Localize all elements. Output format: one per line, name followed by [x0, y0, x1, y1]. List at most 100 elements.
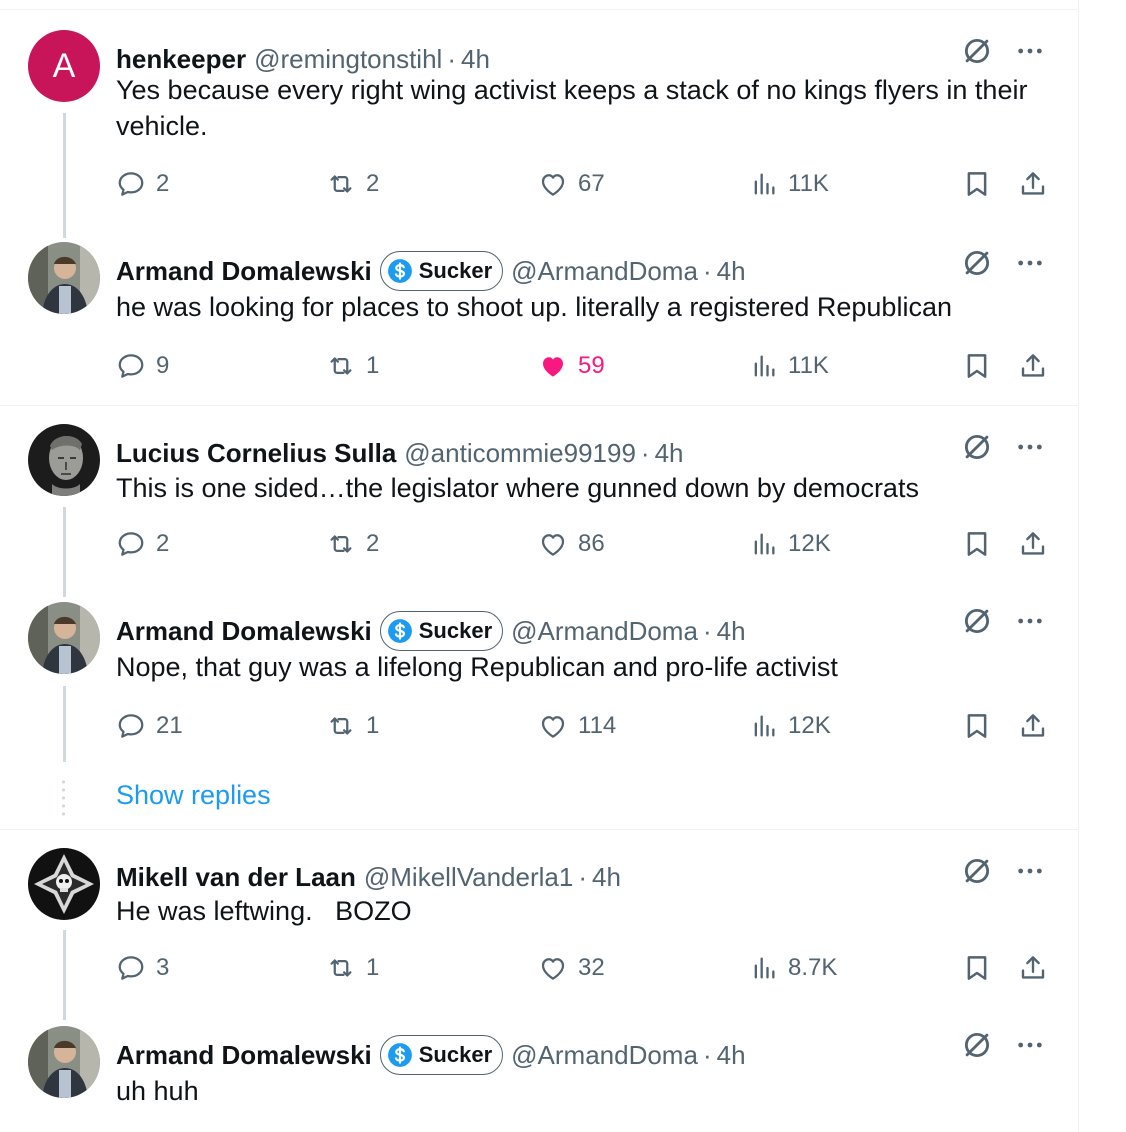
user-handle[interactable]: @anticommie99199 — [404, 438, 636, 469]
timestamp[interactable]: 4h — [717, 616, 746, 647]
grok-icon[interactable] — [960, 1028, 994, 1062]
user-handle[interactable]: @ArmandDoma — [511, 256, 698, 287]
like-button[interactable]: 67 — [538, 164, 605, 204]
reply-icon — [116, 529, 146, 559]
tweet[interactable]: Armand Domalewski Sucker @ArmandDoma · 4… — [0, 232, 1078, 402]
tweet[interactable]: Mikell van der Laan @MikellVanderla1 · 4… — [0, 838, 1078, 1008]
share-button[interactable] — [1018, 346, 1048, 386]
reply-button[interactable]: 9 — [116, 346, 169, 386]
like-button[interactable]: 59 — [538, 346, 605, 386]
display-name[interactable]: Armand Domalewski — [116, 256, 372, 287]
reply-button[interactable]: 21 — [116, 706, 183, 746]
display-name[interactable]: Mikell van der Laan — [116, 862, 356, 893]
reply-count: 3 — [156, 954, 170, 981]
timestamp[interactable]: 4h — [592, 862, 621, 893]
subscription-badge[interactable]: Sucker — [379, 611, 504, 651]
repost-button[interactable]: 1 — [326, 346, 379, 386]
reply-icon — [116, 351, 146, 381]
dollar-icon — [387, 258, 413, 284]
reply-count: 2 — [156, 530, 170, 557]
avatar[interactable] — [28, 602, 100, 674]
share-button[interactable] — [1018, 524, 1048, 564]
display-name[interactable]: Armand Domalewski — [116, 616, 372, 647]
timestamp[interactable]: 4h — [461, 44, 490, 75]
display-name[interactable]: henkeeper — [116, 44, 246, 75]
reply-button[interactable]: 2 — [116, 524, 169, 564]
reply-count: 9 — [156, 352, 170, 379]
avatar[interactable] — [28, 848, 100, 920]
repost-button[interactable]: 1 — [326, 706, 379, 746]
repost-button[interactable]: 2 — [326, 164, 379, 204]
badge-label: Sucker — [418, 618, 493, 643]
user-handle[interactable]: @ArmandDoma — [511, 616, 698, 647]
repost-button[interactable]: 2 — [326, 524, 379, 564]
user-handle[interactable]: @remingtonstihl — [254, 44, 442, 75]
avatar[interactable] — [28, 424, 100, 496]
tweet-header: Armand Domalewski Sucker @ArmandDoma · 4… — [116, 251, 746, 291]
action-bar: 9 1 59 11K — [116, 346, 1056, 386]
bookmark-button[interactable] — [962, 948, 992, 988]
share-icon — [1018, 169, 1048, 199]
timestamp[interactable]: 4h — [655, 438, 684, 469]
view-count: 11K — [788, 170, 829, 197]
share-button[interactable] — [1018, 948, 1048, 988]
avatar[interactable] — [28, 1026, 100, 1098]
grok-icon[interactable] — [960, 34, 994, 68]
repost-button[interactable]: 1 — [326, 948, 379, 988]
reply-button[interactable]: 2 — [116, 164, 169, 204]
more-icon[interactable] — [1014, 35, 1046, 67]
views-button[interactable]: 12K — [750, 706, 831, 746]
thread-divider — [0, 829, 1078, 830]
display-name[interactable]: Lucius Cornelius Sulla — [116, 438, 396, 469]
user-handle[interactable]: @MikellVanderla1 — [364, 862, 573, 893]
tweet-header: Mikell van der Laan @MikellVanderla1 · 4… — [116, 860, 621, 894]
more-icon[interactable] — [1014, 855, 1046, 887]
grok-icon[interactable] — [960, 246, 994, 280]
tweet-text: he was looking for places to shoot up. l… — [116, 292, 952, 322]
bookmark-button[interactable] — [962, 164, 992, 204]
subscription-badge[interactable]: Sucker — [379, 1035, 504, 1075]
badge-label: Sucker — [418, 1042, 493, 1067]
bookmark-button[interactable] — [962, 524, 992, 564]
more-icon[interactable] — [1014, 431, 1046, 463]
avatar[interactable] — [28, 242, 100, 314]
grok-icon[interactable] — [960, 430, 994, 464]
like-button[interactable]: 32 — [538, 948, 605, 988]
more-icon[interactable] — [1014, 605, 1046, 637]
show-replies-link[interactable]: Show replies — [116, 780, 271, 811]
user-handle[interactable]: @ArmandDoma — [511, 1040, 698, 1071]
reply-button[interactable]: 3 — [116, 948, 169, 988]
like-count: 114 — [578, 712, 617, 739]
grok-icon[interactable] — [960, 854, 994, 888]
avatar[interactable]: A — [28, 30, 100, 102]
more-icon[interactable] — [1014, 247, 1046, 279]
tweet[interactable]: Armand Domalewski Sucker @ArmandDoma · 4… — [0, 1016, 1078, 1132]
like-button[interactable]: 114 — [538, 706, 616, 746]
avatar-photo — [28, 602, 100, 674]
views-button[interactable]: 11K — [750, 346, 829, 386]
bookmark-button[interactable] — [962, 346, 992, 386]
views-button[interactable]: 8.7K — [750, 948, 837, 988]
tweet-text: uh huh — [116, 1076, 199, 1106]
grok-icon[interactable] — [960, 604, 994, 638]
timestamp[interactable]: 4h — [717, 256, 746, 287]
views-button[interactable]: 11K — [750, 164, 829, 204]
tweet[interactable]: A henkeeper @remingtonstihl · 4h Yes bec… — [0, 20, 1078, 220]
subscription-badge[interactable]: Sucker — [379, 251, 504, 291]
share-button[interactable] — [1018, 706, 1048, 746]
views-button[interactable]: 12K — [750, 524, 831, 564]
bookmark-button[interactable] — [962, 706, 992, 746]
repost-count: 1 — [366, 352, 380, 379]
tweet[interactable]: Lucius Cornelius Sulla @anticommie99199 … — [0, 414, 1078, 584]
share-button[interactable] — [1018, 164, 1048, 204]
display-name[interactable]: Armand Domalewski — [116, 1040, 372, 1071]
dollar-icon — [387, 1042, 413, 1068]
more-icon[interactable] — [1014, 1029, 1046, 1061]
tweet[interactable]: Armand Domalewski Sucker @ArmandDoma · 4… — [0, 592, 1078, 762]
separator-dot: · — [702, 615, 712, 646]
heart-icon — [538, 711, 568, 741]
like-button[interactable]: 86 — [538, 524, 605, 564]
timestamp[interactable]: 4h — [717, 1040, 746, 1071]
avatar-photo — [28, 1026, 100, 1098]
separator-dot: · — [702, 1039, 712, 1070]
